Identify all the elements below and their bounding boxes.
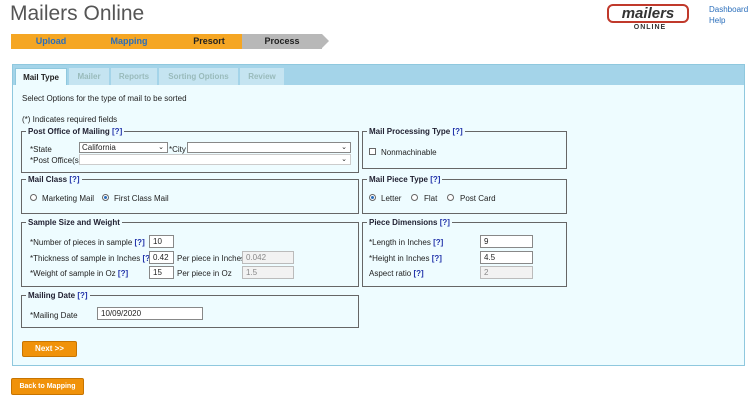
aspect-input: 2 [480,266,533,279]
intro-text: Select Options for the type of mail to b… [22,94,187,103]
mail-piece-type-help-icon[interactable]: [?] [430,175,440,184]
weight-per-label: Per piece in Oz [177,269,232,278]
weight-input[interactable]: 15 [149,266,174,279]
wizard-step-upload[interactable]: Upload [11,34,98,49]
mail-processing-legend: Mail Processing Type [369,127,451,136]
mail-class-legend: Mail Class [28,175,68,184]
tab-mail-type[interactable]: Mail Type [15,68,67,85]
thickness-per-label: Per piece in Inches [177,254,246,263]
weight-label: *Weight of sample in Oz [?] [30,269,129,278]
first-class-mail-label: First Class Mail [114,194,169,203]
length-label: *Length in Inches [?] [369,238,444,247]
height-label: *Height in Inches [?] [369,254,442,263]
mail-processing-help-icon[interactable]: [?] [452,127,462,136]
post-office-label: *Post Office(s) [30,156,82,165]
mailing-date-help-icon[interactable]: [?] [77,291,87,300]
mailing-date-legend: Mailing Date [28,291,76,300]
tab-reports[interactable]: Reports [111,68,157,85]
pieces-label: *Number of pieces in sample [?] [30,238,145,247]
city-label: *City [169,145,186,154]
mailing-date-input[interactable]: 10/09/2020 [97,307,203,320]
pieces-help-icon[interactable]: [?] [135,238,145,247]
chevron-down-icon: ⌄ [341,144,347,151]
post-office-help-icon[interactable]: [?] [112,127,122,136]
state-select[interactable]: California ⌄ [79,142,168,153]
wizard-step-process: Process [242,34,329,49]
aspect-help-icon[interactable]: [?] [413,269,423,278]
tab-mailer[interactable]: Mailer [69,68,109,85]
weight-per-input: 1.5 [242,266,294,279]
length-input[interactable]: 9 [480,235,533,248]
mail-class-help-icon[interactable]: [?] [69,175,79,184]
top-links: Dashboard Help [709,4,748,26]
post-office-select[interactable]: ⌄ [79,154,351,165]
nonmachinable-label: Nonmachinable [381,148,437,157]
post-card-radio[interactable] [447,194,454,201]
help-link[interactable]: Help [709,15,748,26]
nonmachinable-checkbox[interactable] [369,148,376,155]
letter-label: Letter [381,194,402,203]
wizard-step-presort: Presort [166,34,259,49]
tab-sorting-options[interactable]: Sorting Options [159,68,238,85]
pieces-input[interactable]: 10 [149,235,174,248]
chevron-down-icon: ⌄ [341,156,347,163]
logo-subtext: ONLINE [633,24,667,31]
first-class-mail-radio[interactable] [102,194,109,201]
wizard-arrow-icon [322,34,329,48]
thickness-per-input: 0.042 [242,251,294,264]
piece-dimensions-help-icon[interactable]: [?] [440,218,450,227]
state-value: California [82,143,116,152]
mail-piece-type-legend: Mail Piece Type [369,175,428,184]
aspect-label: Aspect ratio [?] [369,269,424,278]
city-select[interactable]: ⌄ [187,142,351,153]
tab-review[interactable]: Review [240,68,284,85]
length-help-icon[interactable]: [?] [433,238,443,247]
marketing-mail-label: Marketing Mail [42,194,95,203]
app-title: Mailers Online [10,2,145,25]
thickness-input[interactable]: 0.42 [149,251,174,264]
mailers-logo: mailers [607,4,689,23]
dashboard-link[interactable]: Dashboard [709,4,748,15]
sample-legend: Sample Size and Weight [28,218,120,227]
weight-help-icon[interactable]: [?] [118,269,128,278]
post-office-legend: Post Office of Mailing [28,127,110,136]
back-to-mapping-button[interactable]: Back to Mapping [11,378,84,395]
piece-dimensions-legend: Piece Dimensions [369,218,438,227]
mailing-date-label: *Mailing Date [30,311,78,320]
marketing-mail-radio[interactable] [30,194,37,201]
state-label: *State [30,145,52,154]
next-button[interactable]: Next >> [22,341,77,357]
height-input[interactable]: 4.5 [480,251,533,264]
wizard-step-mapping[interactable]: Mapping [87,34,178,49]
thickness-label: *Thickness of sample in Inches [?] [30,254,153,263]
post-card-label: Post Card [460,194,496,203]
letter-radio[interactable] [369,194,376,201]
chevron-down-icon: ⌄ [158,144,164,151]
flat-radio[interactable] [411,194,418,201]
height-help-icon[interactable]: [?] [432,254,442,263]
flat-label: Flat [424,194,438,203]
required-note: (*) Indicates required fields [22,115,118,124]
